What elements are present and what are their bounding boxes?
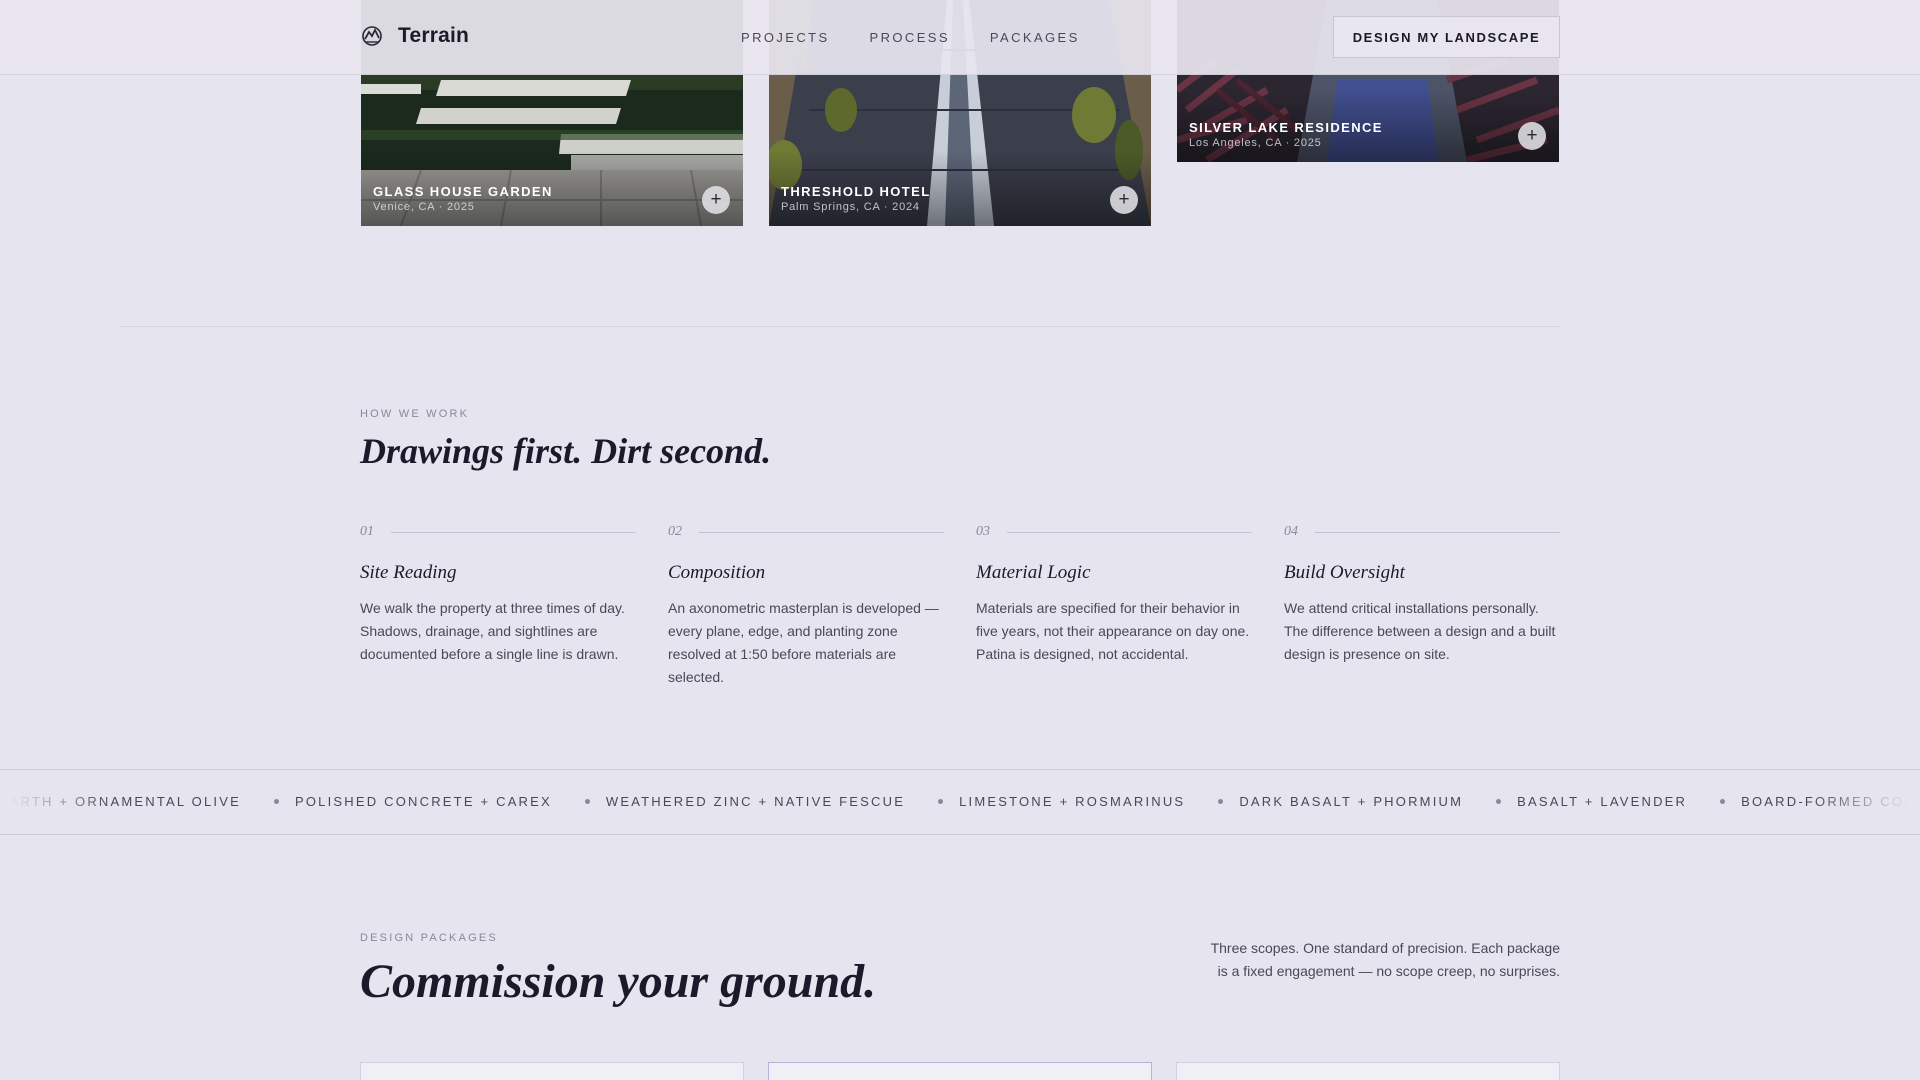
plus-icon[interactable]: + (1110, 186, 1138, 214)
package-card[interactable] (360, 1062, 744, 1080)
step-rule (1007, 532, 1252, 533)
process-heading: Drawings first. Dirt second. (360, 431, 772, 471)
ticker-item: WEATHERED ZINC + NATIVE FESCUE (584, 794, 905, 809)
ticker-item: BASALT + LAVENDER (1496, 794, 1687, 809)
nav-process[interactable]: PROCESS (870, 30, 950, 45)
section-divider (120, 326, 1560, 327)
packages-heading: Commission your ground. (360, 955, 877, 1008)
process-step: 01 Site Reading We walk the property at … (360, 522, 636, 666)
step-body: An axonometric masterplan is developed —… (668, 600, 939, 685)
bullet-dot (1720, 799, 1726, 804)
project-meta: Los Angeles, CA · 2025 (1189, 137, 1322, 149)
plus-icon[interactable]: + (1518, 122, 1546, 150)
step-body: We walk the property at three times of d… (360, 600, 625, 662)
step-number: 01 (360, 524, 374, 539)
step-number: 03 (976, 524, 990, 539)
step-rule (391, 532, 636, 533)
step-body: We attend critical installations persona… (1284, 600, 1556, 662)
package-card[interactable] (768, 1062, 1152, 1080)
packages-eyebrow: DESIGN PACKAGES (360, 932, 498, 944)
step-rule (699, 532, 944, 533)
package-card[interactable] (1176, 1062, 1560, 1080)
plus-icon[interactable]: + (702, 186, 730, 214)
main-nav: PROJECTS PROCESS PACKAGES (741, 30, 1080, 45)
step-body: Materials are specified for their behavi… (976, 600, 1250, 662)
brand-name: Terrain (398, 24, 470, 47)
ticker-item: DARK BASALT + PHORMIUM (1218, 794, 1463, 809)
process-step: 02 Composition An axonometric masterplan… (668, 522, 944, 689)
step-title: Material Logic (976, 562, 1091, 583)
ticker-track: RAMMED EARTH + ORNAMENTAL OLIVE POLISHED… (0, 794, 1920, 809)
project-meta: Palm Springs, CA · 2024 (781, 201, 920, 213)
site-header: Terrain PROJECTS PROCESS PACKAGES DESIGN… (0, 0, 1920, 75)
packages-intro: Three scopes. One standard of precision.… (1210, 940, 1560, 979)
bullet-dot (1496, 799, 1502, 804)
process-step: 03 Material Logic Materials are specifie… (976, 522, 1252, 666)
design-landscape-button[interactable]: DESIGN MY LANDSCAPE (1333, 16, 1560, 58)
ticker-item: BOARD-FORMED CONCRETE + AGAVE (1720, 794, 1920, 809)
nav-packages[interactable]: PACKAGES (990, 30, 1080, 45)
process-eyebrow: HOW WE WORK (360, 408, 470, 420)
step-number: 02 (668, 524, 682, 539)
step-rule (1315, 532, 1560, 533)
step-number: 04 (1284, 524, 1298, 539)
terrain-logo-icon (362, 26, 382, 46)
nav-projects[interactable]: PROJECTS (741, 30, 830, 45)
ticker-item: RAMMED EARTH + ORNAMENTAL OLIVE (0, 794, 241, 809)
step-title: Site Reading (360, 562, 457, 583)
process-step: 04 Build Oversight We attend critical in… (1284, 522, 1560, 666)
bullet-dot (273, 799, 279, 804)
step-title: Composition (668, 562, 766, 583)
project-title: THRESHOLD HOTEL (781, 184, 931, 199)
bullet-dot (938, 799, 944, 804)
project-title: SILVER LAKE RESIDENCE (1189, 120, 1383, 135)
brand-logo[interactable]: Terrain (360, 24, 469, 48)
project-title: GLASS HOUSE GARDEN (373, 184, 553, 199)
ticker-item: LIMESTONE + ROSMARINUS (938, 794, 1185, 809)
bullet-dot (1218, 799, 1224, 804)
project-meta: Venice, CA · 2025 (373, 201, 475, 213)
step-title: Build Oversight (1284, 562, 1405, 583)
bullet-dot (584, 799, 590, 804)
ticker-item: POLISHED CONCRETE + CAREX (273, 794, 552, 809)
materials-ticker: RAMMED EARTH + ORNAMENTAL OLIVE POLISHED… (0, 769, 1920, 835)
